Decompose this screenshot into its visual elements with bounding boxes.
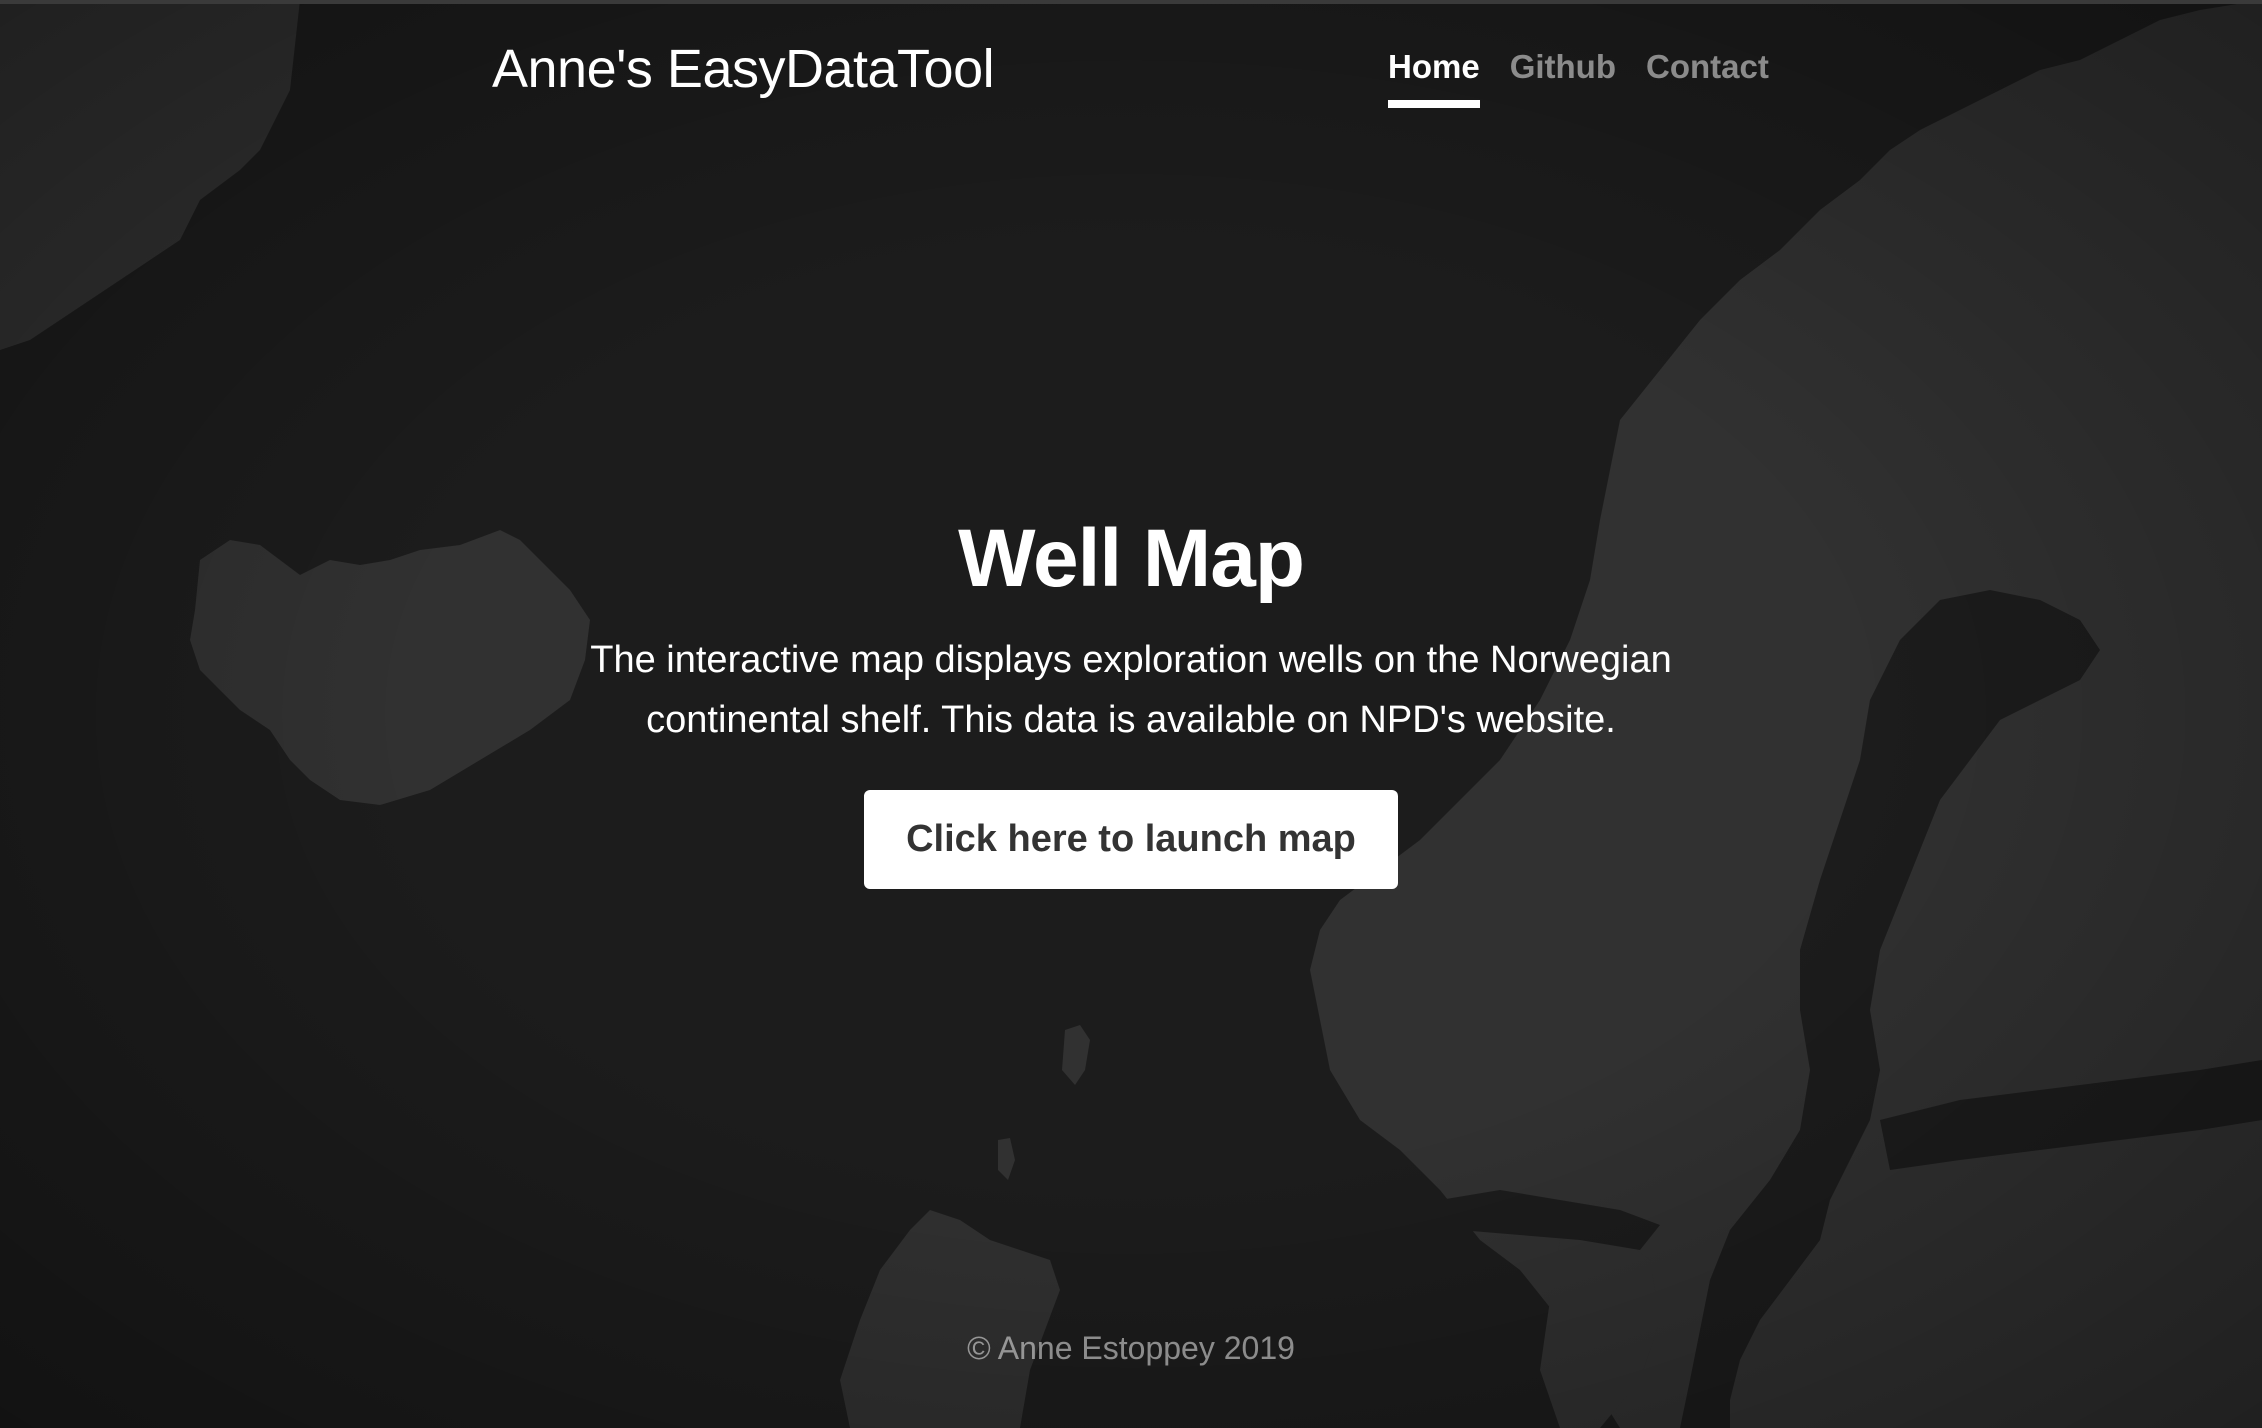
copyright-text: © Anne Estoppey 2019: [967, 1330, 1295, 1366]
page: Anne's EasyDataTool Home Github Contact …: [0, 0, 2262, 1428]
lead-line-1: The interactive map displays exploration…: [590, 639, 1672, 681]
shetland-islands: [998, 1138, 1015, 1180]
main-nav: Home Github Contact: [1388, 48, 1769, 108]
faroe-islands: [1062, 1025, 1090, 1085]
lead-line-2: continental shelf. This data is availabl…: [646, 699, 1616, 741]
cover-section: Well Map The interactive map displays ex…: [0, 512, 2262, 889]
footer: © Anne Estoppey 2019: [0, 1330, 2262, 1367]
brand-title: Anne's EasyDataTool: [492, 39, 995, 99]
greenland-landmass: [0, 0, 300, 350]
nav-contact-link[interactable]: Contact: [1646, 48, 1769, 108]
launch-map-button[interactable]: Click here to launch map: [864, 790, 1398, 889]
scotland-landmass: [840, 1210, 1060, 1428]
nav-github-link[interactable]: Github: [1510, 48, 1616, 108]
page-heading: Well Map: [958, 513, 1305, 604]
nav-home-link[interactable]: Home: [1388, 48, 1480, 108]
top-border: [0, 0, 2262, 4]
lead-text: The interactive map displays exploration…: [571, 630, 1691, 750]
